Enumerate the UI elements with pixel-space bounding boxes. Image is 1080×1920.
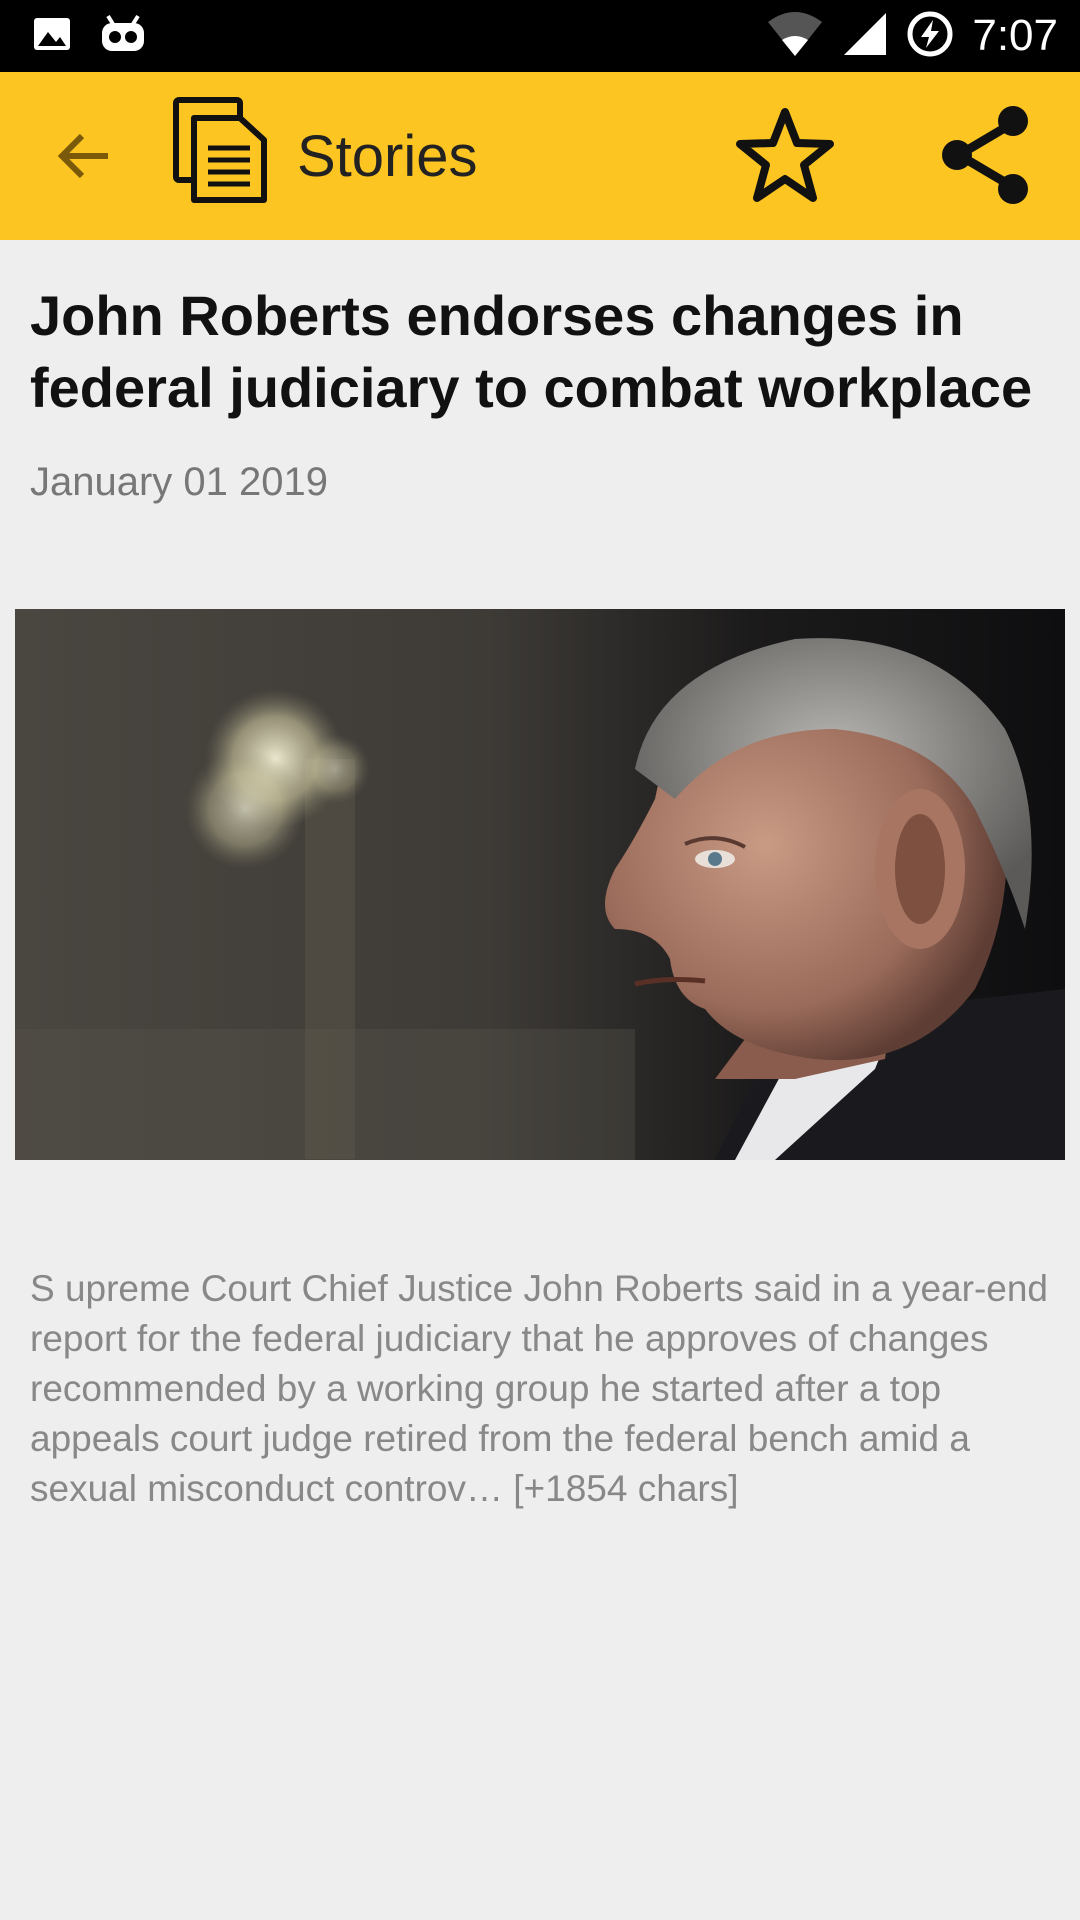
share-icon — [937, 103, 1033, 212]
app-bar: Stories — [0, 72, 1080, 240]
image-icon — [32, 14, 72, 59]
article-body: S upreme Court Chief Justice John Robert… — [30, 1268, 1049, 1509]
battery-charging-icon — [906, 10, 954, 63]
share-button[interactable] — [930, 102, 1040, 212]
back-arrow-icon — [56, 131, 112, 186]
app-title: Stories — [297, 124, 478, 189]
status-time: 7:07 — [972, 11, 1058, 60]
article-photo — [15, 609, 1065, 1160]
article-date: January 01 2019 — [30, 460, 329, 504]
document-icon — [170, 96, 270, 206]
back-button[interactable] — [48, 122, 120, 194]
favorite-button[interactable] — [730, 102, 840, 212]
status-bar: 7:07 — [0, 0, 1080, 72]
signal-icon — [842, 11, 888, 62]
article-headline: John Roberts endorses changes in federal… — [30, 284, 1033, 419]
wifi-icon — [766, 10, 824, 63]
star-outline-icon — [735, 107, 835, 208]
android-icon — [100, 14, 146, 59]
